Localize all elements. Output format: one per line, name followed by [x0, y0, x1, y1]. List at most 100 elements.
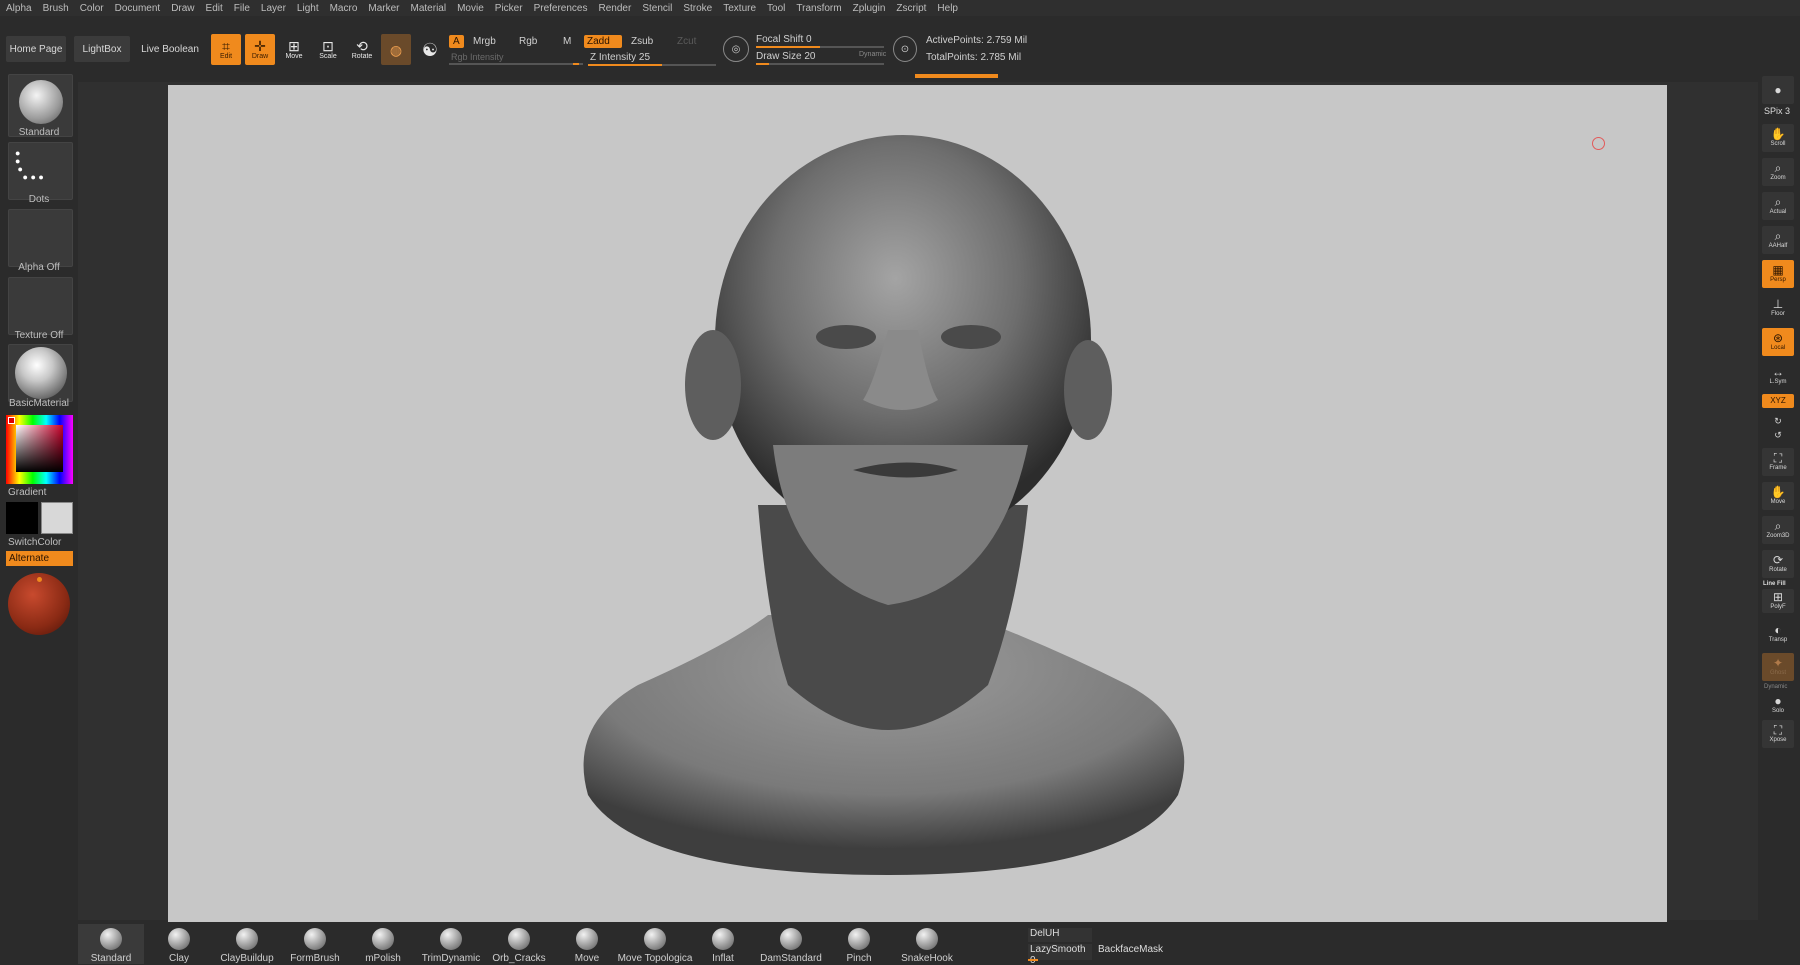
backface-mask-button[interactable]: BackfaceMask — [1098, 944, 1163, 955]
menu-draw[interactable]: Draw — [171, 3, 194, 14]
menu-movie[interactable]: Movie — [457, 3, 484, 14]
zsub-toggle[interactable]: Zsub — [631, 36, 653, 47]
texture-thumbnail[interactable] — [8, 277, 73, 335]
stroke-thumbnail[interactable]: ● ● ● ● ● ● — [8, 142, 73, 200]
lightbox-button[interactable]: LightBox — [74, 36, 130, 62]
menu-material[interactable]: Material — [411, 3, 447, 14]
color-picker[interactable] — [6, 415, 73, 484]
scale-mode-button[interactable]: ⊡ Scale — [313, 34, 343, 65]
polyf-button[interactable]: ⊞ PolyF — [1762, 589, 1794, 613]
ghost-button[interactable]: ✦ Ghost — [1762, 653, 1794, 681]
brush-claybuildup[interactable]: ClayBuildup — [214, 924, 280, 964]
sculptris-pro-button[interactable]: ☯ — [415, 34, 445, 65]
menu-file[interactable]: File — [234, 3, 250, 14]
menu-render[interactable]: Render — [599, 3, 632, 14]
brush-inflat[interactable]: Inflat — [690, 924, 756, 964]
rgb-intensity-slider-label[interactable]: Rgb Intensity — [451, 52, 504, 62]
material-thumbnail[interactable] — [8, 344, 73, 402]
mrgb-toggle[interactable]: Mrgb — [473, 36, 496, 47]
actual-button[interactable]: ⌕ Actual — [1762, 192, 1794, 220]
menu-picker[interactable]: Picker — [495, 3, 523, 14]
scroll-button[interactable]: ✋ Scroll — [1762, 124, 1794, 152]
menu-edit[interactable]: Edit — [206, 3, 223, 14]
brush-standard[interactable]: Standard — [78, 924, 144, 964]
menu-stencil[interactable]: Stencil — [642, 3, 672, 14]
dynamic-label[interactable]: Dynamic — [859, 51, 886, 58]
menu-preferences[interactable]: Preferences — [534, 3, 588, 14]
move-view-button[interactable]: ✋ Move — [1762, 482, 1794, 510]
xpose-button[interactable]: ⛶ Xpose — [1762, 720, 1794, 748]
zadd-toggle[interactable]: Zadd — [584, 35, 622, 48]
switch-color-button[interactable]: SwitchColor — [8, 537, 86, 548]
dynamic-brush-icon[interactable]: ⊙ — [893, 36, 917, 62]
brush-trimdynamic[interactable]: TrimDynamic — [418, 924, 484, 964]
rgb-intensity-track[interactable] — [449, 63, 583, 65]
zoom-button[interactable]: ⌕ Zoom — [1762, 158, 1794, 186]
sculpt-viewport[interactable] — [168, 85, 1667, 923]
line-fill-label[interactable]: Line Fill — [1763, 581, 1786, 587]
floor-button[interactable]: ⊥ Floor — [1762, 294, 1794, 322]
material-sphere-button[interactable]: ◍ — [381, 34, 411, 65]
brush-pinch[interactable]: Pinch — [826, 924, 892, 964]
menu-macro[interactable]: Macro — [330, 3, 358, 14]
brush-damstandard[interactable]: DamStandard — [758, 924, 824, 964]
aahalf-button[interactable]: ⌕ AAHalf — [1762, 226, 1794, 254]
spix-control[interactable]: SPix 3 — [1764, 106, 1790, 116]
menu-color[interactable]: Color — [80, 3, 104, 14]
brush-mpolish[interactable]: mPolish — [350, 924, 416, 964]
menu-transform[interactable]: Transform — [796, 3, 841, 14]
menu-stroke[interactable]: Stroke — [683, 3, 712, 14]
draw-size-slider-label[interactable]: Draw Size 20 — [756, 51, 815, 62]
menu-zplugin[interactable]: Zplugin — [853, 3, 886, 14]
lazysmooth-slider[interactable]: LazySmooth 0 — [1028, 944, 1092, 965]
z-intensity-slider-label[interactable]: Z Intensity 25 — [590, 52, 650, 63]
brush-orb-cracks[interactable]: Orb_Cracks — [486, 924, 552, 964]
menu-tool[interactable]: Tool — [767, 3, 785, 14]
brush-move[interactable]: Move — [554, 924, 620, 964]
transp-button[interactable]: ◐ Transp — [1762, 620, 1794, 648]
menu-layer[interactable]: Layer — [261, 3, 286, 14]
stroke-spacing-icon[interactable]: ◎ — [723, 36, 749, 62]
local-button[interactable]: ⊛ Local — [1762, 328, 1794, 356]
menu-help[interactable]: Help — [937, 3, 958, 14]
zcut-toggle[interactable]: Zcut — [677, 36, 696, 47]
menu-brush[interactable]: Brush — [43, 3, 69, 14]
lsym-button[interactable]: ↔ L.Sym — [1762, 362, 1794, 390]
color-saturation-square[interactable] — [16, 425, 63, 472]
menu-zscript[interactable]: Zscript — [896, 3, 926, 14]
menu-alpha[interactable]: Alpha — [6, 3, 32, 14]
move-mode-button[interactable]: ⊞ Move — [279, 34, 309, 65]
rotate-z-button[interactable]: ↺ — [1762, 428, 1794, 442]
alternate-button[interactable]: Alternate — [6, 551, 73, 566]
xyz-button[interactable]: XYZ — [1762, 394, 1794, 408]
home-page-button[interactable]: Home Page — [6, 36, 66, 62]
menu-texture[interactable]: Texture — [723, 3, 756, 14]
m-toggle[interactable]: M — [563, 36, 571, 47]
focal-shift-slider-label[interactable]: Focal Shift 0 — [756, 34, 812, 45]
rotate-y-button[interactable]: ↻ — [1762, 414, 1794, 428]
live-boolean-button[interactable]: Live Boolean — [138, 36, 202, 62]
bpr-button[interactable]: ● — [1762, 76, 1794, 104]
solo-button[interactable]: ● Solo — [1762, 691, 1794, 719]
a-toggle[interactable]: A — [449, 35, 464, 48]
draw-size-track[interactable] — [756, 63, 884, 65]
rgb-intensity-knob[interactable] — [573, 63, 579, 65]
menu-marker[interactable]: Marker — [368, 3, 399, 14]
alpha-thumbnail[interactable] — [8, 209, 73, 267]
brush-clay[interactable]: Clay — [146, 924, 212, 964]
primary-color-swatch[interactable] — [6, 502, 38, 534]
secondary-color-swatch[interactable] — [41, 502, 73, 534]
rotate-mode-button[interactable]: ⟲ Rotate — [347, 34, 377, 65]
deluh-button[interactable]: DelUH — [1028, 928, 1092, 942]
rotate-view-button[interactable]: ⟳ Rotate — [1762, 550, 1794, 578]
brush-formbrush[interactable]: FormBrush — [282, 924, 348, 964]
brush-snakehook[interactable]: SnakeHook — [894, 924, 960, 964]
zoom3d-button[interactable]: ⌕ Zoom3D — [1762, 516, 1794, 544]
rgb-toggle[interactable]: Rgb — [519, 36, 537, 47]
edit-mode-button[interactable]: ⌗ Edit — [211, 34, 241, 65]
menu-document[interactable]: Document — [115, 3, 161, 14]
brush-move-topological[interactable]: Move Topologica — [618, 924, 692, 964]
frame-button[interactable]: ⛶ Frame — [1762, 448, 1794, 476]
persp-button[interactable]: ▦ Persp — [1762, 260, 1794, 288]
menu-light[interactable]: Light — [297, 3, 319, 14]
